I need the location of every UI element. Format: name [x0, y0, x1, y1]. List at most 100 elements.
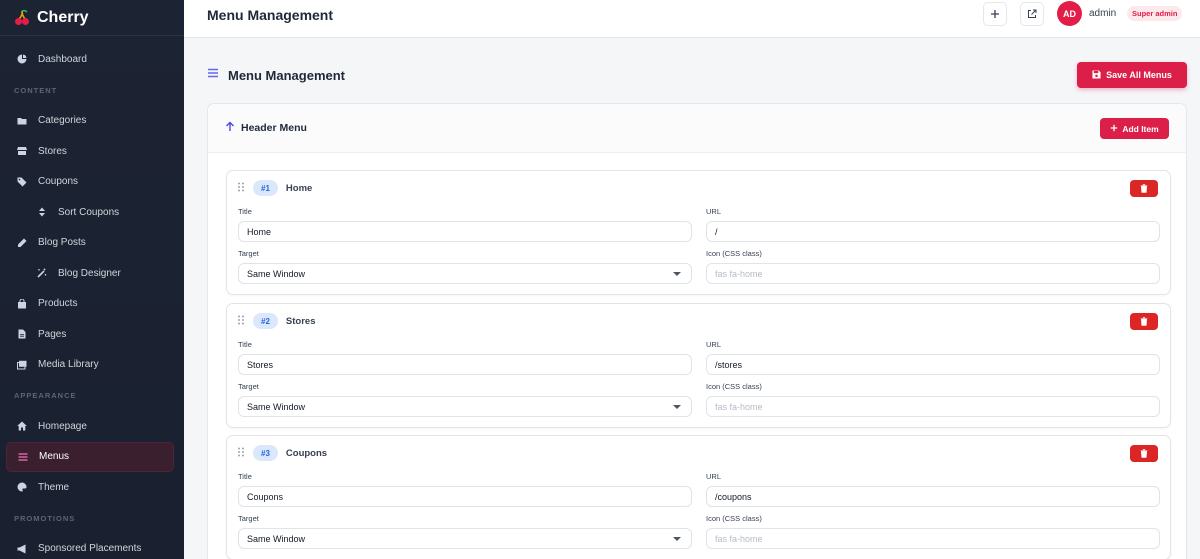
sidebar-item-label: Media Library — [38, 359, 99, 371]
sidebar-item-label: Sort Coupons — [58, 206, 120, 218]
role-badge: Super admin — [1127, 6, 1183, 21]
sidebar-item-homepage[interactable]: Homepage — [0, 411, 184, 442]
page-title: Menu Management — [228, 67, 346, 83]
target-label: Target — [238, 249, 259, 258]
bars-icon — [207, 66, 219, 84]
sidebar-item-products[interactable]: Products — [0, 289, 184, 320]
title-label: Title — [238, 207, 252, 216]
item-name: Coupons — [285, 447, 328, 459]
dashboard-icon — [17, 54, 27, 64]
chevron-down-icon — [673, 272, 681, 276]
tags-icon — [17, 177, 27, 187]
title-input[interactable] — [238, 486, 692, 507]
username: admin — [1089, 8, 1117, 19]
target-label: Target — [238, 514, 259, 523]
sidebar-item-label: Pages — [38, 328, 67, 340]
url-label: URL — [706, 472, 722, 481]
menu-item-header: #2 Stores — [237, 313, 315, 329]
icon-class-label: Icon (CSS class) — [706, 514, 762, 523]
icon-class-input[interactable] — [706, 396, 1160, 417]
delete-item-button[interactable] — [1130, 313, 1158, 330]
trash-icon — [1140, 181, 1148, 196]
delete-item-button[interactable] — [1130, 445, 1158, 462]
delete-item-button[interactable] — [1130, 180, 1158, 197]
drag-handle-icon[interactable] — [237, 182, 245, 195]
sidebar-item-label: Blog Designer — [58, 267, 121, 279]
add-item-button[interactable]: Add Item — [1100, 118, 1169, 139]
sidebar-item-label: Homepage — [38, 420, 87, 432]
url-input[interactable] — [706, 221, 1160, 242]
plus-icon — [1110, 124, 1118, 134]
url-label: URL — [706, 207, 722, 216]
view-site-button[interactable] — [1020, 2, 1044, 26]
section-content: CONTENT — [14, 85, 58, 95]
sidebar-item-theme[interactable]: Theme — [0, 472, 184, 503]
item-number-badge: #3 — [253, 445, 278, 461]
avatar[interactable]: AD — [1057, 1, 1082, 26]
target-select[interactable]: Same Window — [238, 528, 692, 549]
url-label: URL — [706, 340, 722, 349]
sidebar-item-sponsored-placements[interactable]: Sponsored Placements — [0, 534, 184, 559]
sidebar-item-label: Sponsored Placements — [38, 543, 142, 555]
menu-item-header: #3 Coupons — [237, 445, 327, 461]
plus-icon — [990, 6, 1000, 22]
drag-handle-icon[interactable] — [237, 315, 245, 328]
title-label: Title — [238, 472, 252, 481]
page-header: Menu Management — [207, 66, 345, 84]
section-appearance: APPEARANCE — [14, 391, 77, 400]
sidebar-item-label: Categories — [38, 115, 87, 127]
save-all-menus-button[interactable]: Save All Menus — [1077, 62, 1187, 88]
drag-handle-icon[interactable] — [237, 447, 245, 460]
home-icon — [17, 421, 27, 431]
url-input[interactable] — [706, 486, 1160, 507]
folder-icon — [17, 116, 27, 126]
sidebar-item-stores[interactable]: Stores — [0, 136, 184, 167]
url-input[interactable] — [706, 354, 1160, 375]
floppy-disk-icon — [1092, 69, 1101, 81]
title-input[interactable] — [238, 354, 692, 375]
brand[interactable]: Cherry — [0, 0, 184, 36]
trash-icon — [1140, 314, 1148, 329]
item-number-badge: #2 — [253, 313, 278, 329]
target-select[interactable]: Same Window — [238, 396, 692, 417]
icon-class-input[interactable] — [706, 263, 1160, 284]
topbar: Menu Management AD admin Super admin — [184, 0, 1200, 38]
add-item-label: Add Item — [1122, 123, 1159, 134]
icon-class-label: Icon (CSS class) — [706, 249, 762, 258]
sidebar-nav: Dashboard CONTENT Categories Stores Coup… — [0, 36, 184, 559]
target-select[interactable]: Same Window — [238, 263, 692, 284]
sidebar-item-label: Products — [38, 298, 78, 310]
megaphone-icon — [17, 544, 27, 554]
file-icon — [17, 329, 27, 339]
sidebar-item-menus[interactable]: Menus — [6, 441, 174, 472]
sidebar-item-dashboard[interactable]: Dashboard — [0, 44, 184, 75]
sidebar-item-media-library[interactable]: Media Library — [0, 350, 184, 381]
target-value: Same Window — [247, 268, 306, 279]
external-link-icon — [1027, 6, 1037, 22]
header-menu-panel: Header Menu Add Item #1 Home Title URL T… — [207, 103, 1187, 559]
store-icon — [17, 146, 27, 156]
bag-icon — [17, 298, 27, 309]
sidebar-item-label: Dashboard — [38, 53, 87, 65]
sort-icon — [37, 207, 47, 217]
bars-icon — [18, 452, 28, 462]
sidebar-item-label: Coupons — [38, 176, 79, 188]
menu-item-card: #2 Stores Title URL Target Same Window I… — [226, 303, 1171, 428]
sidebar-item-blog-posts[interactable]: Blog Posts — [0, 228, 184, 259]
sidebar-item-label: Menus — [39, 451, 70, 463]
icon-class-input[interactable] — [706, 528, 1160, 549]
chevron-down-icon — [673, 405, 681, 409]
sidebar-item-sort-coupons[interactable]: Sort Coupons — [0, 197, 184, 228]
sidebar-item-blog-designer[interactable]: Blog Designer — [0, 258, 184, 289]
target-value: Same Window — [247, 401, 306, 412]
magic-wand-icon — [37, 268, 47, 278]
title-input[interactable] — [238, 221, 692, 242]
sidebar-item-coupons[interactable]: Coupons — [0, 167, 184, 198]
sidebar-item-categories[interactable]: Categories — [0, 106, 184, 137]
pen-icon — [17, 238, 27, 248]
sidebar-item-pages[interactable]: Pages — [0, 319, 184, 350]
quick-add-button[interactable] — [983, 2, 1007, 26]
item-name: Stores — [285, 315, 316, 327]
sidebar: Cherry Dashboard CONTENT Categories Stor… — [0, 0, 184, 559]
menu-item-header: #1 Home — [237, 180, 312, 196]
